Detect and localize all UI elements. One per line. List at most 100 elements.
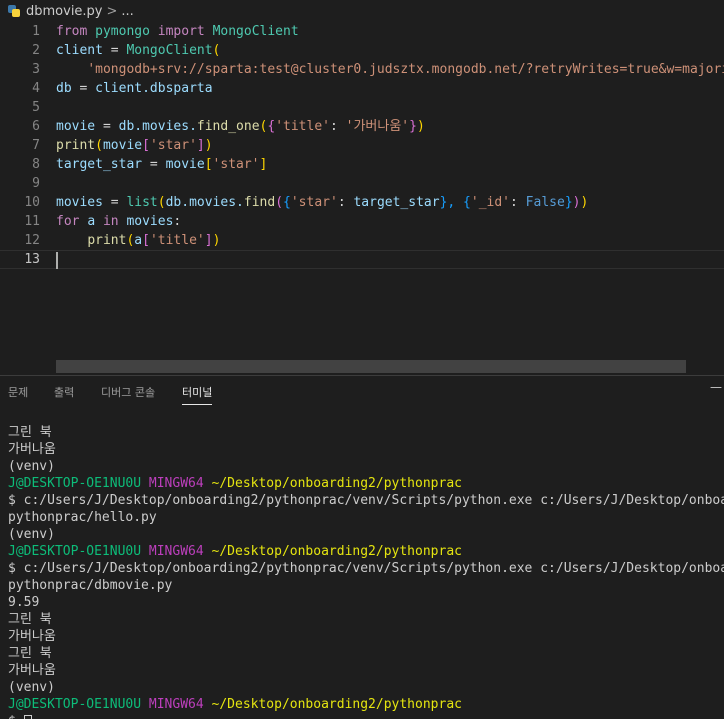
- code-content[interactable]: from pymongo import MongoClient client =…: [0, 22, 724, 269]
- string-literal: '_id': [470, 195, 511, 210]
- bracket: ): [580, 195, 589, 210]
- code-line[interactable]: for a in movies:: [56, 212, 724, 231]
- variable: target_star: [353, 195, 440, 210]
- code-line-empty[interactable]: [56, 174, 724, 193]
- variable: a: [134, 233, 143, 248]
- module-name: pymongo: [95, 24, 150, 39]
- prompt-path: ~/Desktop/onboarding2/pythonprac: [211, 544, 462, 559]
- terminal-line: 가버나움: [8, 629, 56, 644]
- line-number: 10: [24, 195, 40, 210]
- string-literal: 'star': [290, 195, 338, 210]
- prompt-user: J@DESKTOP-OE1NU0U: [8, 476, 142, 491]
- tab-debug-console[interactable]: 디버그 콘솔: [101, 384, 155, 400]
- code-line[interactable]: client = MongoClient(: [56, 41, 724, 60]
- terminal-input-line[interactable]: $: [8, 713, 724, 719]
- variable: movie: [56, 119, 96, 134]
- code-line-empty[interactable]: [56, 98, 724, 117]
- code-editor[interactable]: 1 2 3 4 5 6 7 8 9 10 11 12 13 from pymon…: [0, 22, 724, 375]
- string-literal: '가버나움': [345, 119, 410, 134]
- variable: movie: [165, 157, 205, 172]
- bracket: (: [157, 195, 166, 210]
- keyword: in: [102, 214, 119, 229]
- string-literal: 'title': [149, 233, 205, 248]
- bracket: (: [95, 138, 103, 153]
- breadcrumb: dbmovie.py > ...: [0, 0, 724, 22]
- attribute: .movies.: [181, 195, 244, 210]
- line-number-gutter: 1 2 3 4 5 6 7 8 9 10 11 12 13: [0, 22, 40, 269]
- terminal-line: $ c:/Users/J/Desktop/onboarding2/pythonp…: [8, 493, 724, 508]
- operator: =: [79, 81, 88, 96]
- vscode-window: dbmovie.py > ... 1 2 3 4 5 6 7 8 9 10 11…: [0, 0, 724, 719]
- code-line[interactable]: target_star = movie['star']: [56, 155, 724, 174]
- code-line[interactable]: movie = db.movies.find_one({'title': '가버…: [56, 117, 724, 136]
- operator: :: [173, 214, 182, 229]
- tab-terminal[interactable]: 터미널: [182, 384, 213, 405]
- keyword: for: [56, 214, 80, 229]
- terminal-line: (venv): [8, 459, 55, 474]
- line-number: 12: [24, 233, 40, 248]
- class-name: MongoClient: [126, 43, 213, 58]
- builtin-name: list: [126, 195, 158, 210]
- code-line[interactable]: db = client.dbsparta: [56, 79, 724, 98]
- function-name: print: [56, 138, 96, 153]
- terminal-line: 그린 북: [8, 646, 52, 661]
- variable: client: [95, 81, 143, 96]
- prompt-symbol: $: [8, 714, 16, 719]
- tab-output[interactable]: 출력: [54, 384, 74, 400]
- variable: db: [118, 119, 135, 134]
- bracket: {: [463, 195, 471, 210]
- bracket: (: [275, 195, 284, 210]
- code-line[interactable]: from pymongo import MongoClient: [56, 22, 724, 41]
- variable: db: [165, 195, 182, 210]
- operator: :: [510, 195, 518, 210]
- line-number: 4: [32, 81, 40, 96]
- function-name: print: [87, 233, 127, 248]
- terminal-line: 가버나움: [8, 663, 56, 678]
- terminal-cursor: [23, 714, 32, 719]
- breadcrumb-file[interactable]: dbmovie.py: [26, 4, 103, 19]
- code-line[interactable]: print(a['title']): [56, 231, 724, 250]
- prompt-env: MINGW64: [148, 476, 204, 491]
- bracket: }: [564, 195, 573, 210]
- bracket: [: [142, 233, 150, 248]
- bracket: [: [204, 157, 213, 172]
- line-number: 3: [32, 62, 40, 77]
- prompt-env: MINGW64: [148, 697, 204, 712]
- variable: movies: [126, 214, 174, 229]
- operator: :: [329, 119, 338, 134]
- code-line[interactable]: 'mongodb+srv://sparta:test@cluster0.juds…: [56, 60, 724, 79]
- panel-more-icon[interactable]: —: [710, 380, 722, 394]
- code-line[interactable]: movies = list(db.movies.find({'star': ta…: [56, 193, 724, 212]
- terminal-line: 그린 북: [8, 425, 52, 440]
- prompt-env: MINGW64: [148, 544, 204, 559]
- bracket: },: [439, 195, 456, 210]
- panel-tabs: 문제 출력 디버그 콘솔 터미널 —: [0, 376, 724, 406]
- class-name: MongoClient: [212, 24, 299, 39]
- chevron-right-icon: >: [106, 3, 118, 19]
- string-literal: 'star': [212, 157, 260, 172]
- terminal-line: (venv): [8, 527, 55, 542]
- line-number: 5: [32, 100, 40, 115]
- code-line-current[interactable]: [0, 250, 724, 269]
- line-number: 6: [32, 119, 40, 134]
- string-literal: 'title': [275, 119, 330, 134]
- variable: db: [56, 81, 72, 96]
- bracket: ): [204, 138, 213, 153]
- variable: client: [56, 43, 103, 58]
- terminal-output[interactable]: 그린 북 가버나움 (venv) J@DESKTOP-OE1NU0U MINGW…: [8, 424, 724, 719]
- bracket: (: [212, 43, 221, 58]
- variable: a: [87, 214, 96, 229]
- operator: =: [149, 157, 158, 172]
- tab-problems[interactable]: 문제: [8, 384, 28, 400]
- bracket: ]: [259, 157, 268, 172]
- attribute: .dbsparta: [142, 81, 213, 96]
- line-number: 8: [32, 157, 40, 172]
- keyword: from: [56, 24, 88, 39]
- attribute: .movies.: [134, 119, 197, 134]
- code-line[interactable]: print(movie['star']): [56, 136, 724, 155]
- breadcrumb-more[interactable]: ...: [121, 4, 133, 19]
- terminal-prompt-line: J@DESKTOP-OE1NU0U MINGW64 ~/Desktop/onbo…: [8, 543, 724, 560]
- bracket: ]: [204, 233, 213, 248]
- horizontal-scrollbar[interactable]: [56, 360, 686, 373]
- line-number: 9: [32, 176, 40, 191]
